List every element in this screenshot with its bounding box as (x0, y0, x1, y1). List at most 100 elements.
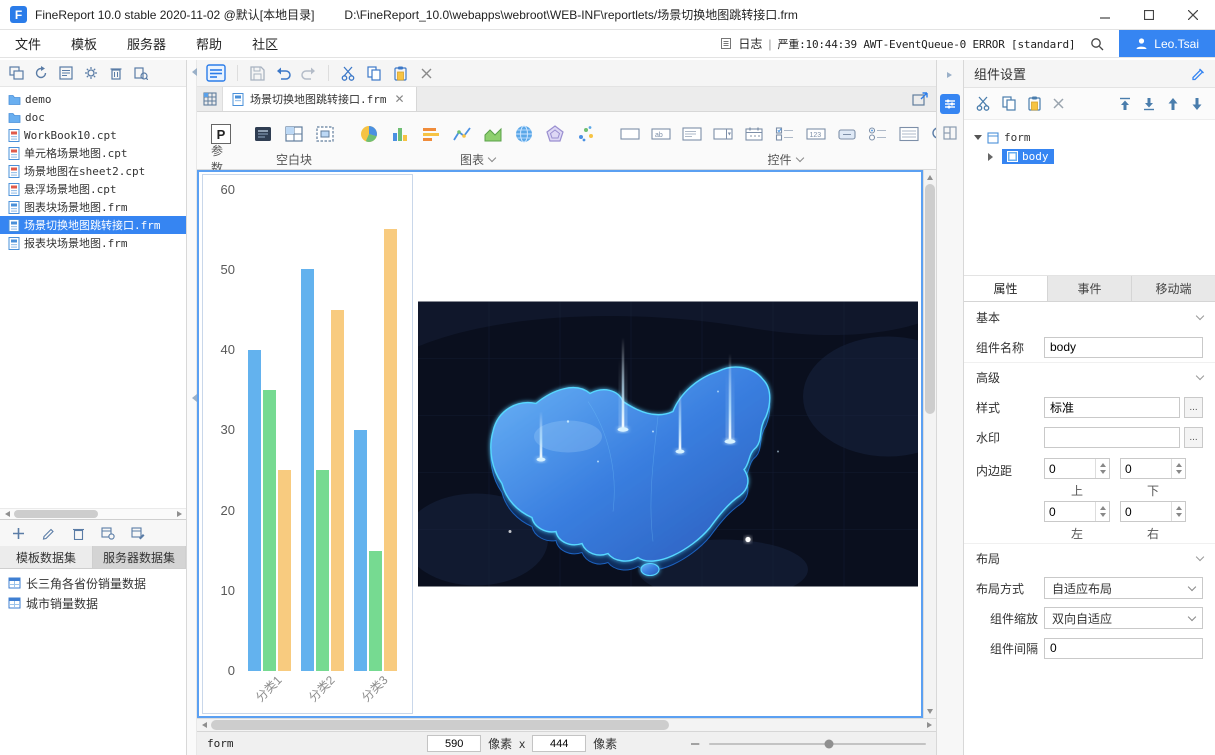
expand-icon[interactable] (974, 135, 982, 144)
widget-settings-tab-icon[interactable] (940, 94, 960, 114)
number-widget-icon[interactable]: 123 (804, 122, 828, 146)
menu-community[interactable]: 社区 (237, 30, 293, 57)
spin-down-icon[interactable] (1096, 469, 1109, 479)
datepicker-widget-icon[interactable] (742, 122, 766, 146)
move-to-top-icon[interactable] (1119, 97, 1131, 111)
scrollbar-thumb[interactable] (925, 184, 935, 415)
tree-node-form[interactable]: form (974, 128, 1205, 147)
add-dataset-icon[interactable] (7, 522, 29, 544)
paste-icon[interactable] (1028, 96, 1041, 111)
radiogroup-widget-icon[interactable] (866, 122, 890, 146)
collapse-right-panel-icon[interactable] (940, 65, 960, 85)
expand-icon[interactable] (988, 152, 997, 161)
tree-item[interactable]: demo (0, 90, 186, 108)
text-widget-icon[interactable] (618, 122, 642, 146)
edit-component-icon[interactable] (1191, 67, 1205, 81)
refresh-icon[interactable] (30, 62, 52, 84)
tree-item[interactable]: doc (0, 108, 186, 126)
collapse-left-panel-icon[interactable] (188, 68, 197, 76)
tab-block-icon[interactable] (282, 122, 306, 146)
component-library-tab-icon[interactable] (940, 123, 960, 143)
collapse-splitter-icon[interactable] (188, 393, 197, 402)
report-block-icon[interactable] (251, 122, 275, 146)
tab-list-icon[interactable] (197, 87, 223, 111)
zoom-slider[interactable] (709, 739, 926, 748)
document-tab-active[interactable]: 场景切换地图跳转接口.frm ✕ (223, 87, 417, 111)
parameter-pane-icon[interactable]: P (211, 124, 231, 144)
user-account-button[interactable]: Leo.Tsai (1119, 30, 1215, 57)
radar-chart-icon[interactable] (543, 122, 567, 146)
area-chart-icon[interactable] (481, 122, 505, 146)
style-more-button[interactable]: ... (1184, 396, 1203, 418)
section-basic[interactable]: 基本 (964, 302, 1215, 332)
map-image[interactable] (418, 301, 918, 587)
padding-right-stepper[interactable] (1120, 501, 1186, 522)
paste-icon[interactable] (389, 62, 411, 84)
padding-left-stepper[interactable] (1044, 501, 1110, 522)
padding-bottom-stepper[interactable] (1120, 458, 1186, 479)
style-input[interactable] (1044, 396, 1180, 418)
zoom-slider-thumb[interactable] (824, 739, 833, 748)
line-chart-icon[interactable] (450, 122, 474, 146)
menu-template[interactable]: 模板 (56, 30, 112, 57)
absolute-canvas-block-icon[interactable] (313, 122, 337, 146)
scrollbar-thumb[interactable] (14, 510, 98, 518)
combobox-widget-icon[interactable] (711, 122, 735, 146)
undo-icon[interactable] (272, 62, 294, 84)
spin-down-icon[interactable] (1172, 512, 1185, 522)
template-web-attr-icon[interactable] (203, 61, 229, 85)
spin-up-icon[interactable] (1172, 502, 1185, 512)
pie-chart-icon[interactable] (357, 122, 381, 146)
copy-icon[interactable] (1002, 96, 1016, 111)
menu-file[interactable]: 文件 (0, 30, 56, 57)
scatter-chart-icon[interactable] (574, 122, 598, 146)
configure-dataset-icon[interactable] (127, 522, 149, 544)
widget-group-dropdown-icon[interactable] (795, 153, 804, 162)
section-layout[interactable]: 布局 (964, 543, 1215, 573)
move-to-bottom-icon[interactable] (1143, 97, 1155, 111)
log-label[interactable]: 日志 (738, 35, 762, 52)
maximize-button[interactable] (1127, 0, 1171, 29)
chart-block[interactable]: 60 50 40 30 20 10 0 分类1 分类2 分类3 (202, 174, 413, 714)
section-advanced[interactable]: 高级 (964, 362, 1215, 392)
tab-mobile[interactable]: 移动端 (1132, 276, 1215, 301)
scrollbar-thumb[interactable] (211, 720, 670, 730)
delete-component-icon[interactable] (1053, 98, 1064, 109)
tab-template-datasets[interactable]: 模板数据集 (0, 546, 93, 568)
move-up-icon[interactable] (1167, 97, 1179, 111)
spin-up-icon[interactable] (1096, 502, 1109, 512)
tab-close-icon[interactable]: ✕ (393, 92, 407, 106)
tab-server-datasets[interactable]: 服务器数据集 (93, 546, 186, 568)
search-icon[interactable] (1081, 30, 1113, 57)
close-template-icon[interactable] (415, 62, 437, 84)
menu-help[interactable]: 帮助 (181, 30, 237, 57)
copy-icon[interactable] (363, 62, 385, 84)
file-view-icon[interactable] (55, 62, 77, 84)
spin-up-icon[interactable] (1096, 459, 1109, 469)
locate-file-icon[interactable] (130, 62, 152, 84)
bar-chart-icon[interactable] (419, 122, 443, 146)
cut-icon[interactable] (337, 62, 359, 84)
tree-horizontal-scrollbar[interactable] (0, 508, 186, 519)
component-scale-select[interactable]: 双向自适应 (1044, 607, 1203, 629)
textarea-widget-icon[interactable] (680, 122, 704, 146)
preview-dataset-icon[interactable] (97, 522, 119, 544)
button-widget-icon[interactable] (835, 122, 859, 146)
canvas-horizontal-scrollbar[interactable] (197, 718, 936, 731)
list-widget-icon[interactable] (897, 122, 921, 146)
tab-properties[interactable]: 属性 (964, 276, 1048, 301)
label-widget-icon[interactable]: ab (649, 122, 673, 146)
scroll-up-icon[interactable] (924, 170, 936, 183)
map-chart-icon[interactable] (512, 122, 536, 146)
tree-item[interactable]: WorkBook10.cpt (0, 126, 186, 144)
component-name-input[interactable] (1044, 336, 1203, 358)
move-down-icon[interactable] (1191, 97, 1203, 111)
sync-settings-icon[interactable] (80, 62, 102, 84)
close-button[interactable] (1171, 0, 1215, 29)
delete-icon[interactable] (105, 62, 127, 84)
menu-server[interactable]: 服务器 (112, 30, 181, 57)
remove-dataset-icon[interactable] (67, 522, 89, 544)
tree-node-body[interactable]: body (974, 147, 1205, 166)
component-gap-input[interactable] (1044, 637, 1203, 659)
preview-template-icon[interactable] (912, 92, 928, 106)
